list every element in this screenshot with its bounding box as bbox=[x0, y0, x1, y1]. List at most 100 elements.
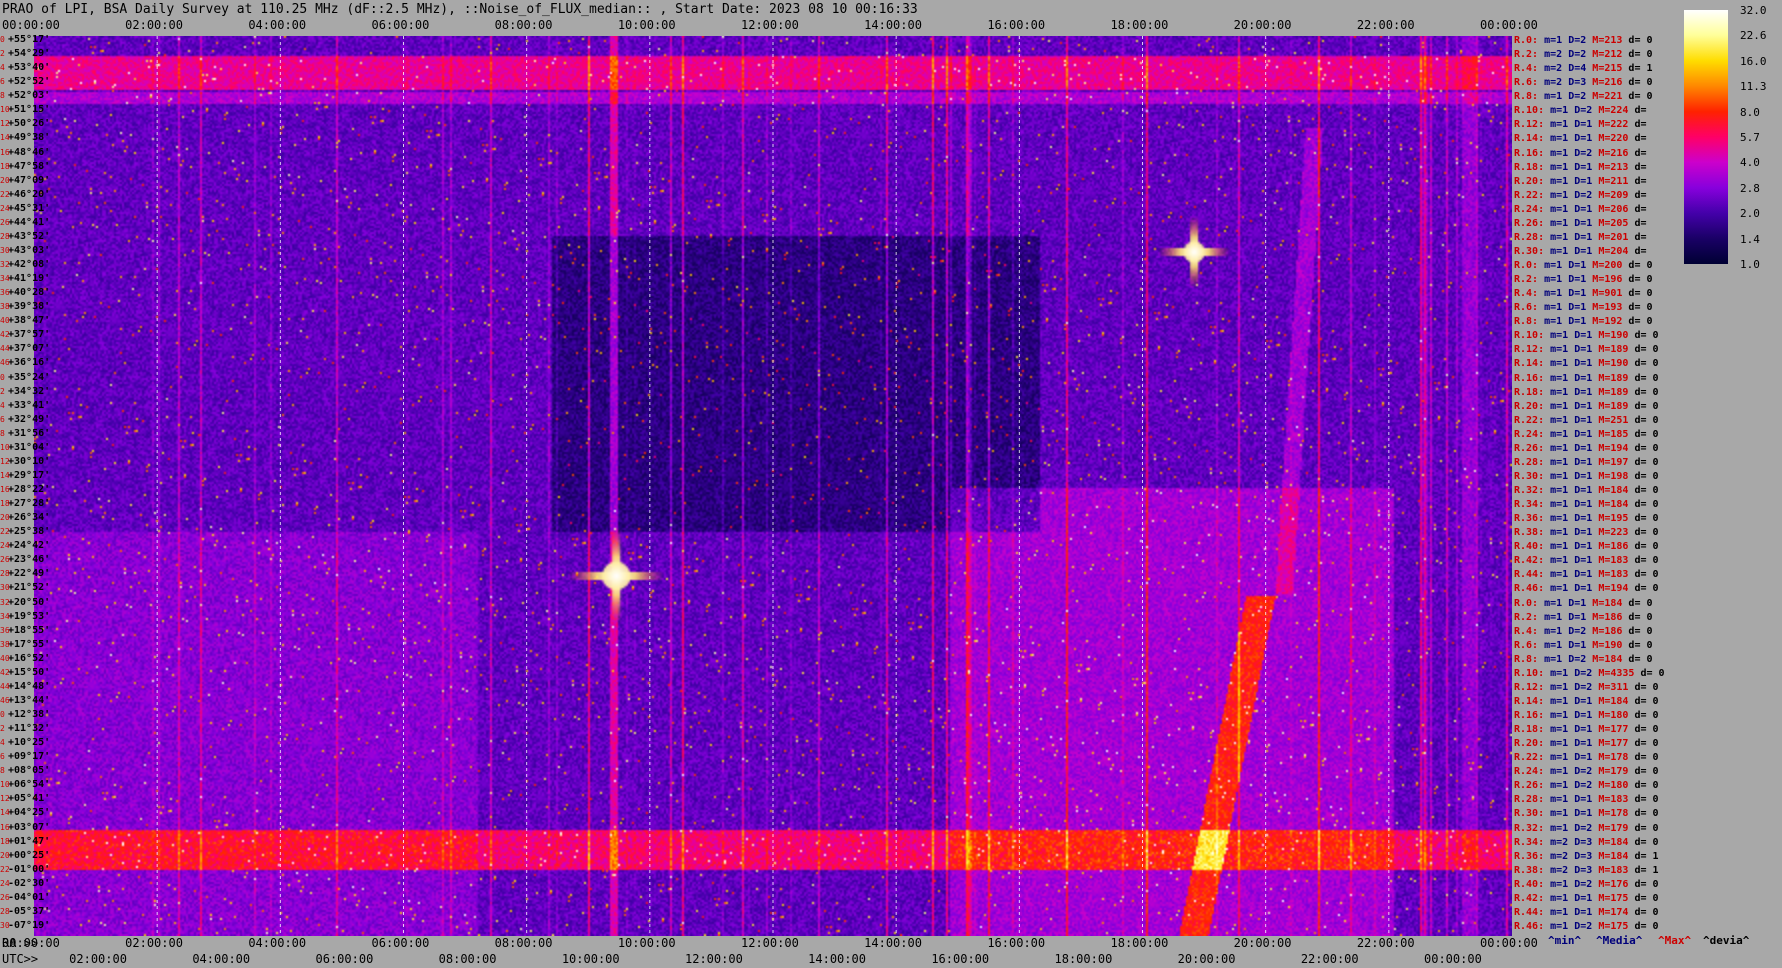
row-index-label: 26 bbox=[0, 892, 10, 902]
stat-median: D=3 bbox=[1574, 850, 1599, 862]
stat-median: D=1 bbox=[1574, 583, 1599, 595]
stats-legend-item: ^devia^ bbox=[1703, 934, 1750, 947]
row-index-label: 0 bbox=[0, 710, 5, 719]
stat-median: D=3 bbox=[1574, 836, 1599, 848]
stat-min: m=1 bbox=[1550, 555, 1575, 567]
stat-min: m=2 bbox=[1544, 63, 1569, 75]
stats-legend-item: ^Media^ bbox=[1596, 934, 1643, 947]
declination-label: +46°20' bbox=[8, 188, 51, 200]
stat-median: D=3 bbox=[1568, 77, 1593, 89]
stat-median: D=2 bbox=[1574, 189, 1599, 201]
stat-row: R.20: m=1 D=1 M=189 d= 0 bbox=[1514, 401, 1659, 412]
declination-label: +31°04' bbox=[8, 441, 51, 453]
stat-median: D=2 bbox=[1574, 667, 1599, 679]
stat-deviation: d= 0 bbox=[1634, 513, 1659, 525]
stat-row: R.4: m=1 D=2 M=186 d= 0 bbox=[1514, 626, 1653, 637]
stat-row: R.6: m=1 D=1 M=193 d= 0 bbox=[1514, 302, 1653, 313]
stat-row: R.46: m=1 D=2 M=175 d= 0 bbox=[1514, 921, 1659, 932]
stat-ring: R.42: bbox=[1514, 892, 1551, 904]
stat-min: m=1 bbox=[1544, 597, 1569, 609]
stat-min: m=1 bbox=[1550, 245, 1575, 257]
stat-ring: R.14: bbox=[1514, 133, 1551, 145]
stat-ring: R.16: bbox=[1514, 147, 1551, 159]
row-index-label: 28 bbox=[0, 231, 10, 241]
row-index-label: 2 bbox=[0, 386, 5, 396]
stat-deviation: d= 0 bbox=[1634, 569, 1659, 581]
stat-max: M=177 bbox=[1598, 724, 1635, 736]
stat-max: M=184 bbox=[1598, 499, 1635, 511]
stat-deviation: d= 0 bbox=[1634, 330, 1659, 342]
row-index-label: 6 bbox=[0, 77, 5, 87]
stat-deviation: d= bbox=[1634, 119, 1647, 131]
stat-median: D=1 bbox=[1574, 428, 1599, 440]
top-tick-label: 22:00:00 bbox=[1356, 18, 1415, 32]
stat-ring: R.20: bbox=[1514, 738, 1551, 750]
stat-row: R.38: m=2 D=3 M=183 d= 1 bbox=[1514, 865, 1659, 876]
ra-tick-label: 20:00:00 bbox=[1233, 936, 1292, 950]
stat-deviation: d= 0 bbox=[1634, 892, 1659, 904]
stat-median: D=3 bbox=[1574, 864, 1599, 876]
declination-label: +26°34' bbox=[8, 512, 51, 524]
stat-deviation: d= 0 bbox=[1628, 91, 1653, 103]
stat-max: M=223 bbox=[1598, 527, 1635, 539]
row-index-label: 4 bbox=[0, 63, 5, 73]
stat-deviation: d= 0 bbox=[1628, 639, 1653, 651]
stat-deviation: d= 0 bbox=[1628, 597, 1653, 609]
stat-deviation: d= bbox=[1634, 175, 1647, 187]
row-index-label: 20 bbox=[0, 513, 10, 523]
stat-median: D=1 bbox=[1574, 344, 1599, 356]
row-index-label: 4 bbox=[0, 738, 5, 748]
stat-min: m=2 bbox=[1550, 836, 1575, 848]
stat-ring: R.22: bbox=[1514, 189, 1551, 201]
stat-median: D=1 bbox=[1574, 456, 1599, 468]
declination-label: +29°17' bbox=[8, 469, 51, 481]
declination-label: +17°55' bbox=[8, 638, 51, 650]
stat-min: m=1 bbox=[1550, 217, 1575, 229]
declination-label: +38°47' bbox=[8, 315, 51, 327]
stat-ring: R.0: bbox=[1514, 597, 1545, 609]
stat-row: R.10: m=1 D=1 M=190 d= 0 bbox=[1514, 330, 1659, 341]
top-tick-label: 12:00:00 bbox=[741, 18, 799, 32]
stat-ring: R.44: bbox=[1514, 906, 1551, 918]
stat-row: R.2: m=2 D=2 M=212 d= 0 bbox=[1514, 49, 1653, 60]
stat-deviation: d= 1 bbox=[1628, 63, 1653, 75]
stat-max: M=189 bbox=[1598, 372, 1635, 384]
stat-ring: R.8: bbox=[1514, 316, 1545, 328]
stat-ring: R.4: bbox=[1514, 625, 1545, 637]
stat-max: M=175 bbox=[1598, 892, 1635, 904]
stat-row: R.16: m=1 D=1 M=180 d= 0 bbox=[1514, 710, 1659, 721]
stat-row: R.40: m=1 D=1 M=186 d= 0 bbox=[1514, 541, 1659, 552]
declination-label: +45°31' bbox=[8, 202, 51, 214]
top-tick-label: 18:00:00 bbox=[1110, 18, 1169, 32]
ra-tick-label: 00:00:00 bbox=[1480, 936, 1538, 950]
stat-min: m=1 bbox=[1550, 133, 1575, 145]
stat-deviation: d= 0 bbox=[1634, 442, 1659, 454]
row-index-label: 46 bbox=[0, 358, 10, 368]
row-index-label: 2 bbox=[0, 49, 5, 59]
stat-ring: R.16: bbox=[1514, 710, 1551, 721]
stat-min: m=1 bbox=[1544, 653, 1569, 665]
stat-deviation: d= 0 bbox=[1634, 710, 1659, 721]
stat-median: D=1 bbox=[1574, 485, 1599, 496]
stat-median: D=1 bbox=[1568, 316, 1593, 328]
stat-median: D=1 bbox=[1574, 738, 1599, 750]
declination-label: -07°19' bbox=[8, 919, 51, 931]
stat-max: M=224 bbox=[1598, 105, 1635, 117]
stat-max: M=206 bbox=[1598, 203, 1635, 215]
row-index-label: 40 bbox=[0, 316, 10, 326]
row-index-label: 34 bbox=[0, 611, 10, 621]
declination-label: +47°09' bbox=[8, 174, 51, 186]
stat-min: m=2 bbox=[1550, 850, 1575, 862]
stat-row: R.6: m=2 D=3 M=216 d= 0 bbox=[1514, 77, 1653, 88]
row-index-label: 14 bbox=[0, 808, 10, 818]
stat-median: D=1 bbox=[1568, 288, 1593, 300]
stat-ring: R.36: bbox=[1514, 513, 1551, 525]
stat-deviation: d= bbox=[1634, 133, 1647, 145]
stat-min: m=1 bbox=[1550, 808, 1575, 820]
top-tick-label: 02:00:00 bbox=[125, 18, 183, 32]
declination-label: +21°52' bbox=[8, 582, 51, 594]
row-index-label: 12 bbox=[0, 794, 10, 804]
declination-label: +48°46' bbox=[8, 146, 51, 158]
utc-axis-prefix: UTC>> bbox=[2, 952, 39, 966]
stats-legend-item: ^min^ bbox=[1548, 934, 1582, 947]
